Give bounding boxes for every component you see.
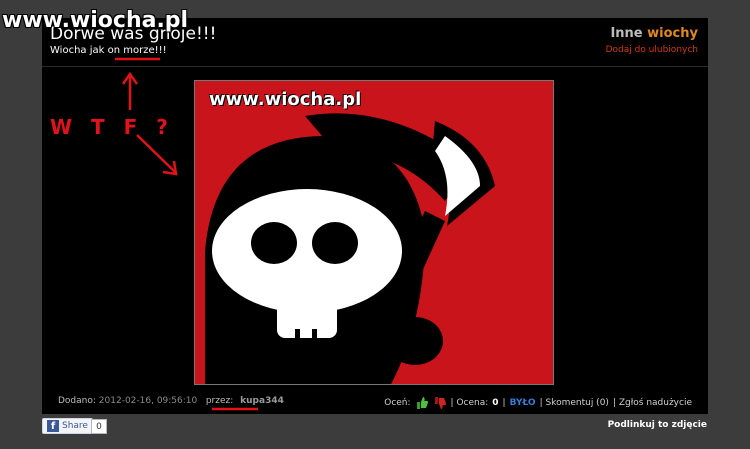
red-annotation-overlay bbox=[115, 57, 258, 411]
wtf-annotation: W T F ? bbox=[50, 115, 174, 139]
